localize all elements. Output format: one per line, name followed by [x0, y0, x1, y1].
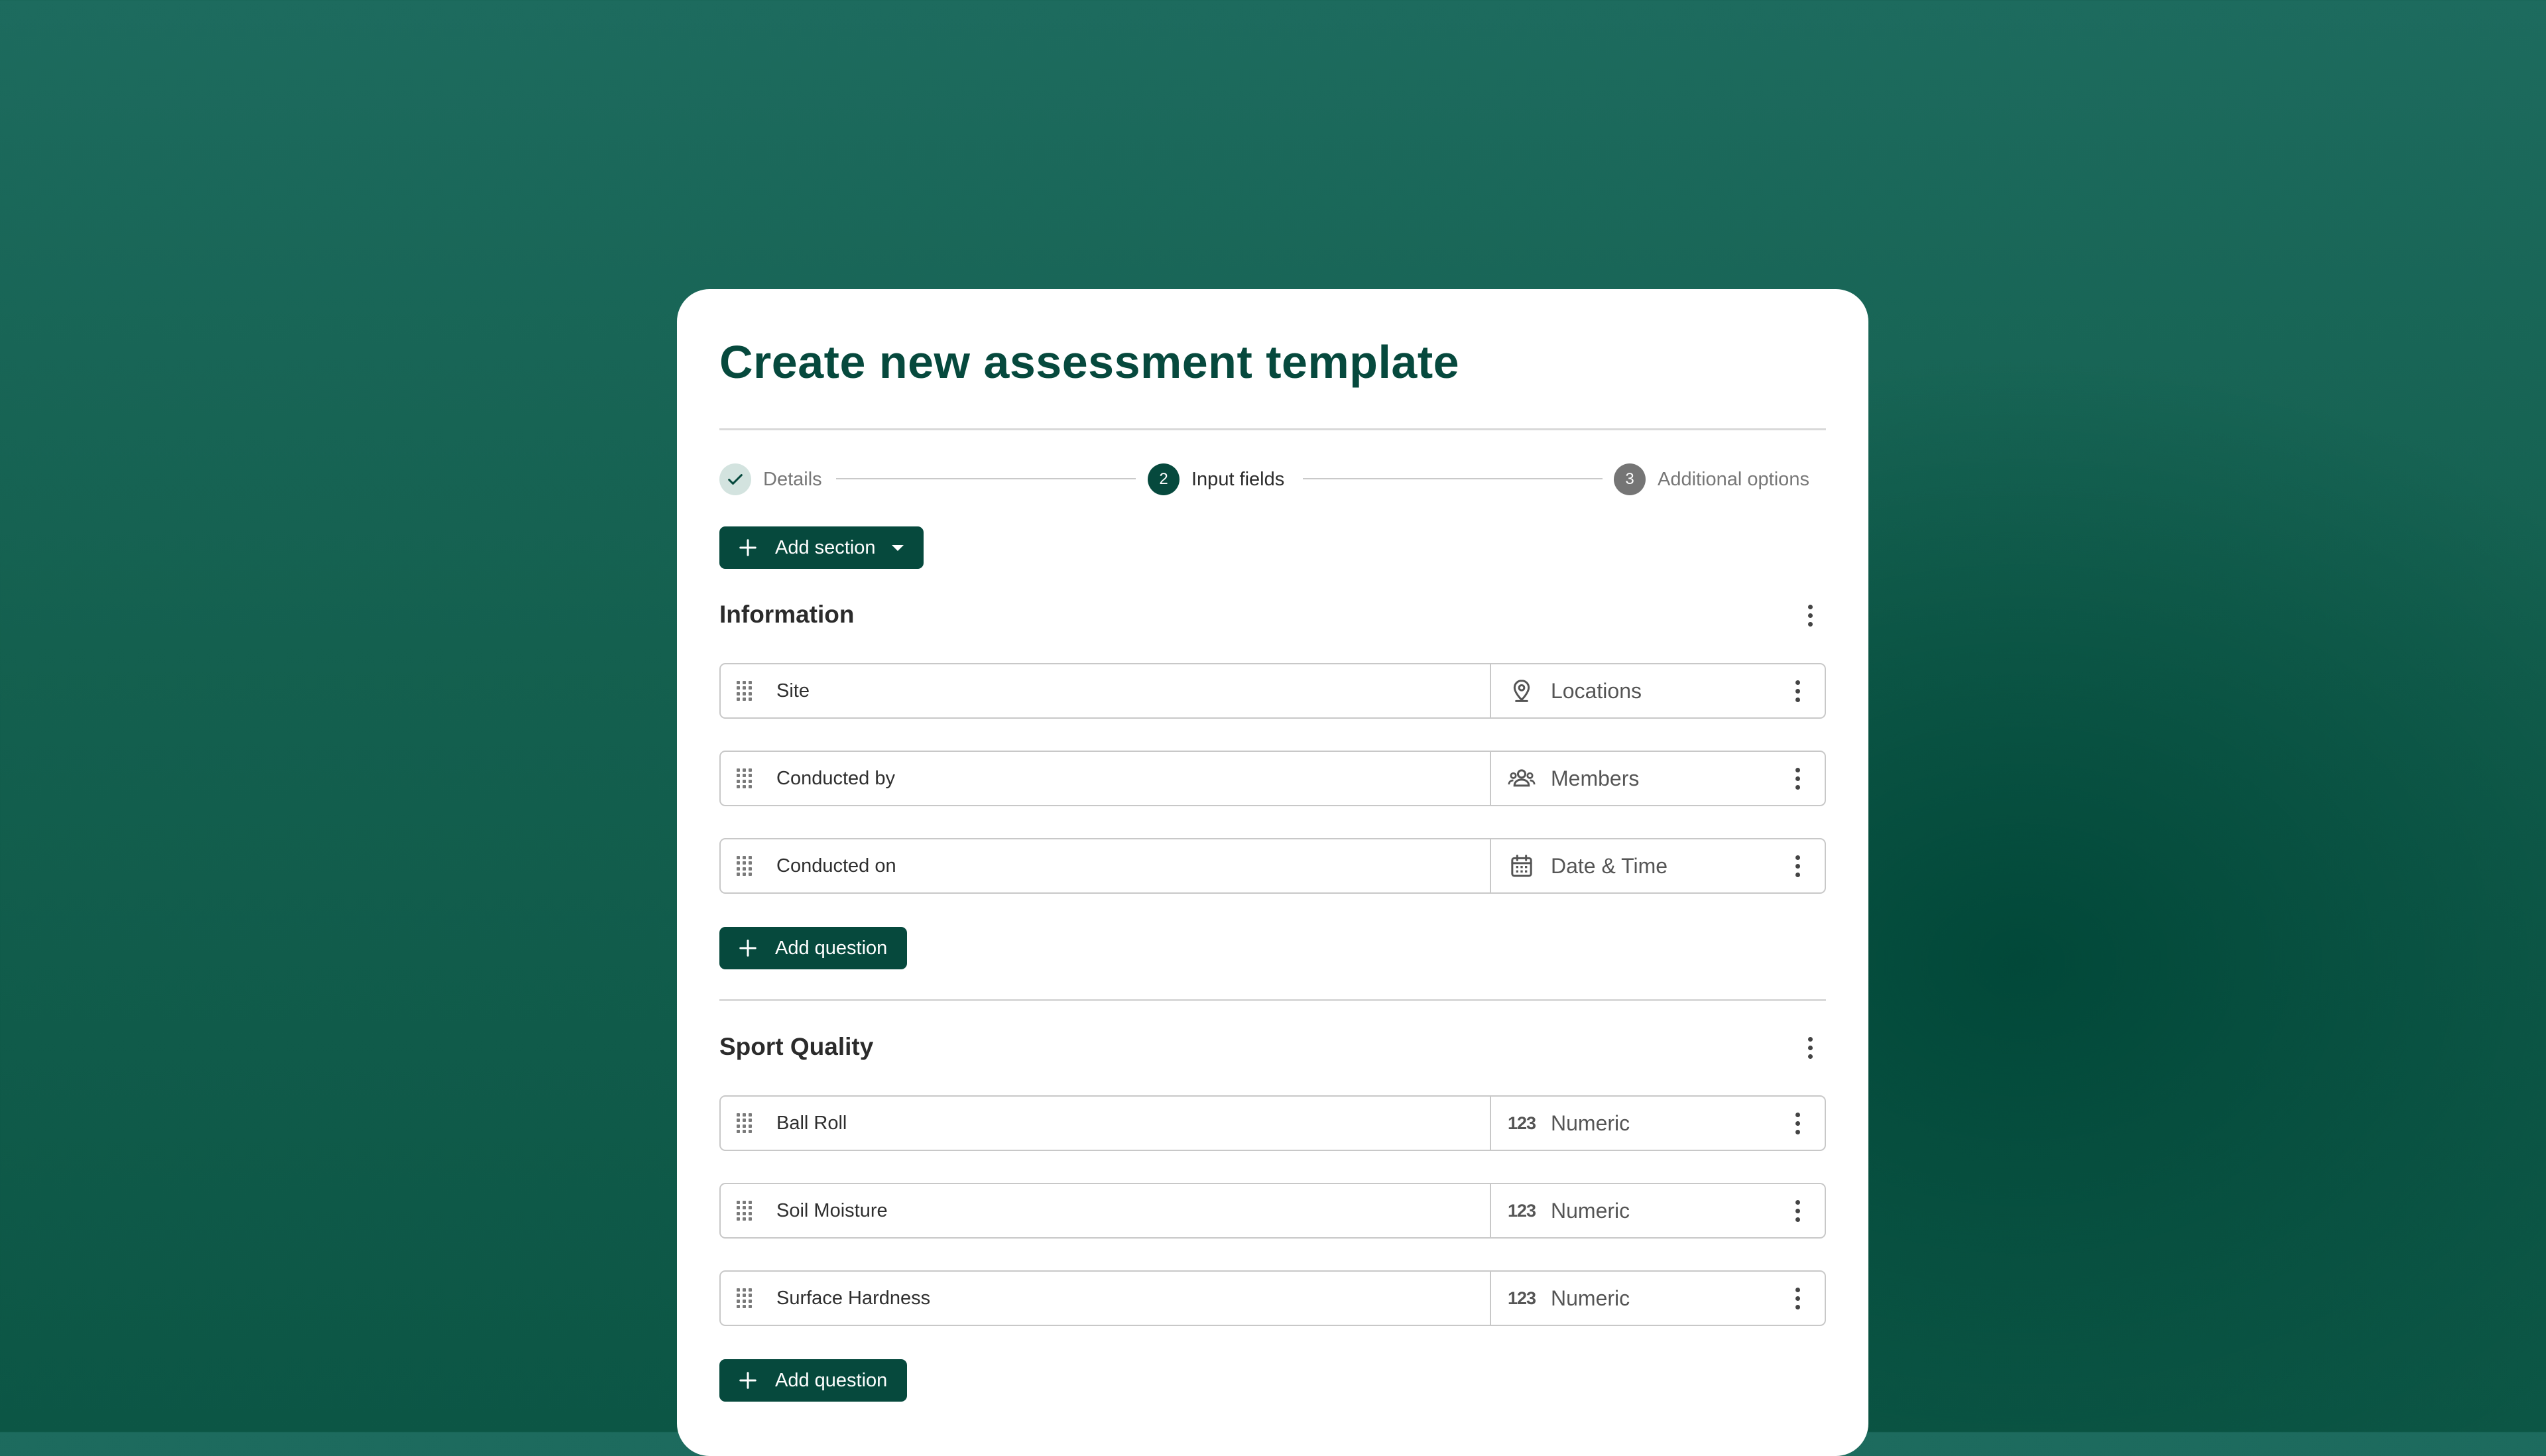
- step-connector: [836, 478, 1136, 479]
- drag-handle-icon[interactable]: [737, 1113, 752, 1133]
- caret-down-icon[interactable]: [891, 544, 904, 551]
- question-label[interactable]: Conducted by: [776, 768, 895, 790]
- numeric-icon: 123: [1507, 1288, 1536, 1308]
- question-row: Conducted by Members: [719, 751, 1826, 806]
- question-more-icon[interactable]: [1788, 1282, 1807, 1315]
- question-more-icon[interactable]: [1788, 849, 1807, 882]
- response-type-selector[interactable]: Locations: [1491, 664, 1825, 717]
- step-details[interactable]: Details: [719, 463, 822, 496]
- response-type-label: Numeric: [1551, 1111, 1630, 1135]
- response-type-label: Locations: [1551, 678, 1642, 703]
- section-title: Information: [719, 601, 855, 628]
- response-type-label: Members: [1551, 766, 1640, 790]
- add-question-button[interactable]: Add question: [719, 927, 908, 969]
- response-type-selector[interactable]: Date & Time: [1491, 839, 1825, 892]
- question-more-icon[interactable]: [1788, 1107, 1807, 1140]
- calendar-icon: [1507, 851, 1536, 880]
- location-pin-icon: [1507, 676, 1536, 705]
- response-type-selector[interactable]: 123 Numeric: [1491, 1184, 1825, 1237]
- plus-icon: [739, 539, 757, 556]
- step-details-label: Details: [763, 468, 822, 490]
- response-type-selector[interactable]: 123 Numeric: [1491, 1097, 1825, 1150]
- question-row: Conducted on Date & Time: [719, 838, 1826, 894]
- response-type-label: Date & Time: [1551, 853, 1668, 878]
- question-label[interactable]: Ball Roll: [776, 1113, 847, 1134]
- numeric-icon: 123: [1507, 1200, 1536, 1221]
- section-more-icon[interactable]: [1800, 1031, 1820, 1064]
- question-row: Ball Roll 123 Numeric: [719, 1095, 1826, 1151]
- step-number-badge: 3: [1614, 463, 1646, 495]
- drag-handle-icon[interactable]: [737, 1201, 752, 1221]
- step-connector: [1303, 478, 1603, 479]
- add-question-button[interactable]: Add question: [719, 1359, 908, 1402]
- step-input-fields[interactable]: 2 Input fields: [1148, 463, 1284, 496]
- question-label[interactable]: Site: [776, 680, 810, 702]
- question-label[interactable]: Surface Hardness: [776, 1288, 930, 1309]
- response-type-selector[interactable]: 123 Numeric: [1491, 1272, 1825, 1325]
- check-icon: [719, 463, 751, 495]
- drag-handle-icon[interactable]: [737, 681, 752, 701]
- add-section-button[interactable]: Add section: [719, 526, 924, 569]
- title-divider: [719, 428, 1826, 430]
- page-title: Create new assessment template: [719, 336, 1460, 388]
- step-additional-options-label: Additional options: [1658, 468, 1809, 490]
- section-divider: [719, 999, 1826, 1001]
- step-number-badge: 2: [1148, 463, 1180, 495]
- drag-handle-icon[interactable]: [737, 856, 752, 876]
- question-row: Soil Moisture 123 Numeric: [719, 1183, 1826, 1239]
- section-title: Sport Quality: [719, 1033, 874, 1060]
- plus-icon: [739, 1372, 757, 1389]
- drag-handle-icon[interactable]: [737, 768, 752, 788]
- response-type-selector[interactable]: Members: [1491, 752, 1825, 805]
- question-more-icon[interactable]: [1788, 1194, 1807, 1227]
- drag-handle-icon[interactable]: [737, 1288, 752, 1308]
- add-section-label: Add section: [775, 536, 876, 558]
- numeric-icon: 123: [1507, 1113, 1536, 1133]
- question-label[interactable]: Soil Moisture: [776, 1200, 888, 1222]
- response-type-label: Numeric: [1551, 1286, 1630, 1310]
- question-more-icon[interactable]: [1788, 674, 1807, 707]
- plus-icon: [739, 940, 757, 957]
- question-more-icon[interactable]: [1788, 762, 1807, 795]
- section-more-icon[interactable]: [1800, 599, 1820, 632]
- step-additional-options[interactable]: 3 Additional options: [1614, 463, 1809, 496]
- question-row: Surface Hardness 123 Numeric: [719, 1270, 1826, 1326]
- members-icon: [1507, 764, 1536, 793]
- template-card: Create new assessment template Details 2…: [677, 289, 1868, 1456]
- question-label[interactable]: Conducted on: [776, 855, 896, 877]
- question-row: Site Locations: [719, 663, 1826, 719]
- add-question-label: Add question: [775, 1369, 888, 1391]
- step-input-fields-label: Input fields: [1191, 468, 1285, 490]
- add-question-label: Add question: [775, 937, 888, 959]
- response-type-label: Numeric: [1551, 1198, 1630, 1223]
